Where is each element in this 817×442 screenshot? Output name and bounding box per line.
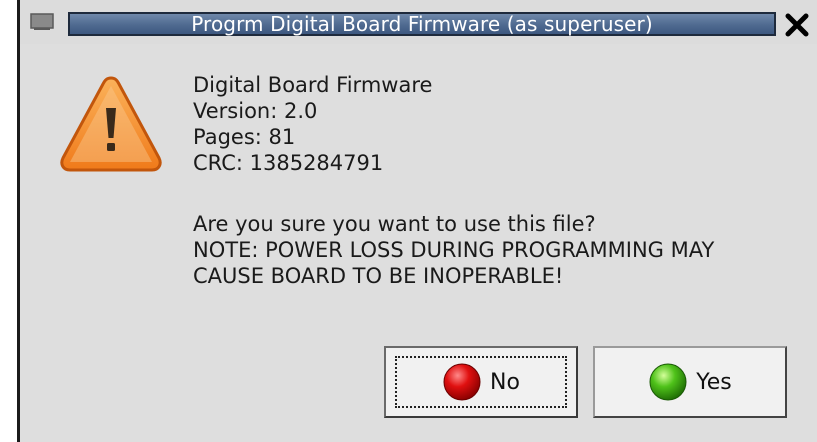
warning-note-line-2: CAUSE BOARD TO BE INOPERABLE! xyxy=(193,264,564,288)
warning-icon xyxy=(58,74,164,174)
confirm-question: Are you sure you want to use this file? xyxy=(193,212,596,236)
firmware-pages: Pages: 81 xyxy=(193,125,296,149)
green-circle-icon xyxy=(649,363,687,401)
window-menu-icon[interactable] xyxy=(30,13,54,31)
confirm-dialog: Progrm Digital Board Firmware (as superu… xyxy=(20,0,817,442)
firmware-info: Digital Board Firmware Version: 2.0 Page… xyxy=(193,72,432,176)
firmware-crc: CRC: 1385284791 xyxy=(193,151,384,175)
title-bar-highlight: Progrm Digital Board Firmware (as superu… xyxy=(68,12,776,36)
no-button[interactable]: No xyxy=(384,346,578,418)
window-title: Progrm Digital Board Firmware (as superu… xyxy=(191,12,653,36)
red-circle-icon xyxy=(443,363,481,401)
yes-button[interactable]: Yes xyxy=(593,346,787,418)
close-icon xyxy=(785,13,809,37)
firmware-version: Version: 2.0 xyxy=(193,99,318,123)
screen: Progrm Digital Board Firmware (as superu… xyxy=(0,0,817,442)
close-button[interactable] xyxy=(782,10,812,40)
confirm-message: Are you sure you want to use this file? … xyxy=(193,211,714,289)
yes-button-label: Yes xyxy=(696,369,732,395)
title-bar[interactable]: Progrm Digital Board Firmware (as superu… xyxy=(20,0,817,44)
no-button-label: No xyxy=(490,369,520,395)
firmware-name: Digital Board Firmware xyxy=(193,73,433,97)
warning-note-line-1: NOTE: POWER LOSS DURING PROGRAMMING MAY xyxy=(193,238,715,262)
